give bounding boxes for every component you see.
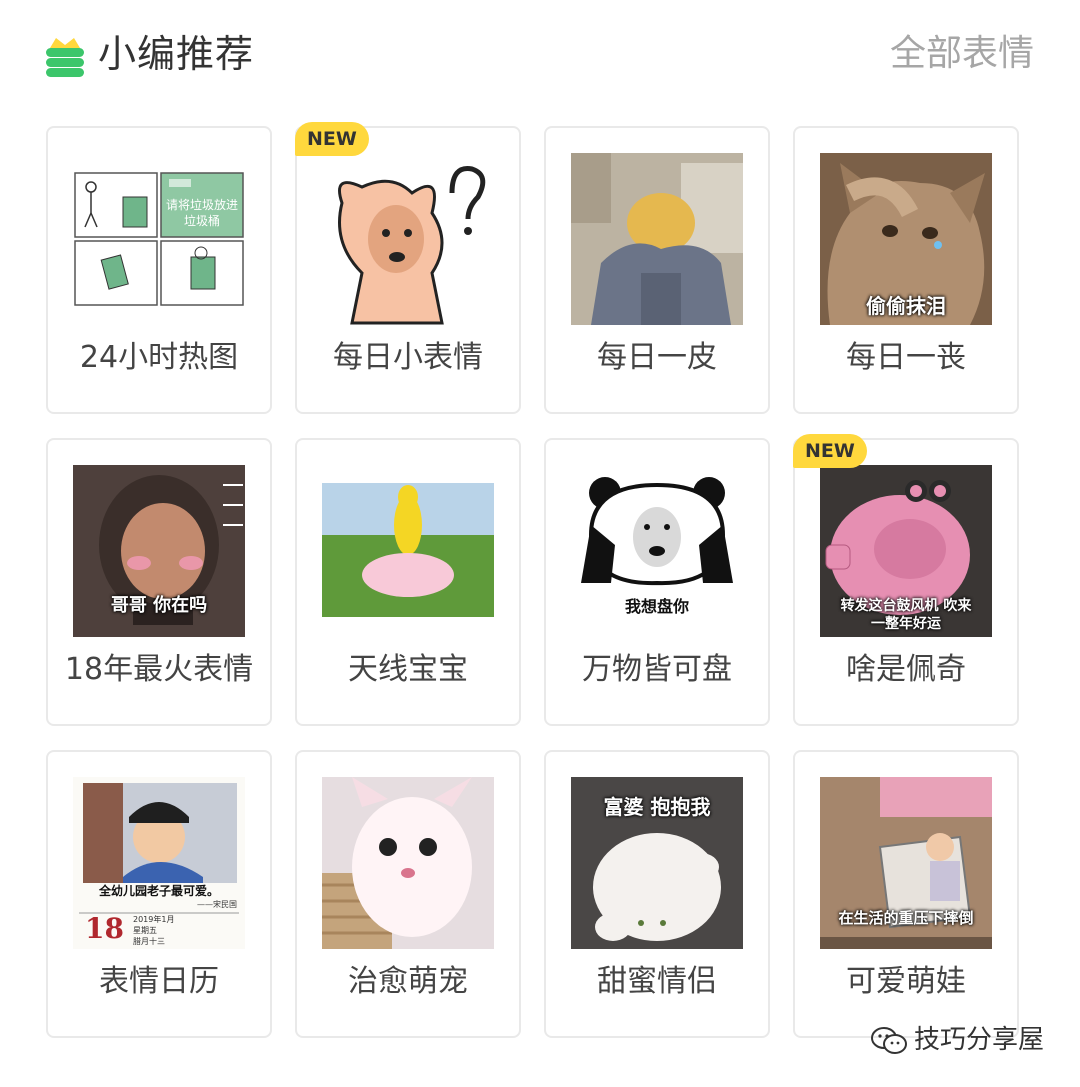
sticker-thumbnail: 哥哥 你在吗 bbox=[73, 465, 245, 637]
sticker-card-daily-pi[interactable]: 每日一皮 bbox=[544, 126, 770, 414]
sticker-card-sweet-couple[interactable]: 富婆 抱抱我 甜蜜情侣 bbox=[544, 750, 770, 1038]
sticker-caption: 哥哥 你在吗 bbox=[110, 595, 208, 616]
calendar-day: 18 bbox=[85, 912, 124, 945]
new-badge: NEW bbox=[793, 434, 867, 468]
sticker-card-label: 每日一丧 bbox=[846, 340, 966, 375]
sticker-card-2018-hot[interactable]: 哥哥 你在吗 18年最火表情 bbox=[46, 438, 272, 726]
sticker-thumbnail: 转发这台鼓风机 吹来一整年好运 bbox=[820, 465, 992, 637]
sticker-thumbnail: 我想盘你 bbox=[571, 465, 743, 637]
sticker-caption: 全幼儿园老子最可爱。 bbox=[98, 884, 219, 898]
section-title: 小编推荐 bbox=[98, 32, 255, 76]
sticker-caption: 转发这台鼓风机 吹来一整年好运 bbox=[840, 598, 972, 632]
sticker-caption: 偷偷抹泪 bbox=[866, 294, 946, 318]
new-badge: NEW bbox=[295, 122, 369, 156]
sticker-thumbnail: 请将垃圾放进垃圾桶 bbox=[73, 153, 245, 325]
sticker-caption: 请将垃圾放进垃圾桶 bbox=[165, 198, 238, 228]
calendar-signature: ——宋民国 bbox=[197, 900, 237, 909]
wechat-icon bbox=[870, 1026, 908, 1056]
calendar-lunar: 腊月十三 bbox=[133, 937, 165, 946]
sticker-thumbnail: 富婆 抱抱我 bbox=[571, 777, 743, 949]
sticker-thumbnail bbox=[571, 153, 743, 325]
sticker-card-peppa[interactable]: 转发这台鼓风机 吹来一整年好运 NEW 啥是佩奇 bbox=[793, 434, 1019, 726]
sticker-caption: 富婆 抱抱我 bbox=[603, 795, 711, 819]
sticker-card-label: 可爱萌娃 bbox=[846, 964, 966, 999]
watermark-text: 技巧分享屋 bbox=[913, 1025, 1044, 1055]
calendar-year-month: 2019年1月 bbox=[133, 915, 175, 924]
account-watermark: 技巧分享屋 bbox=[870, 1020, 1044, 1060]
sticker-thumbnail: 在生活的重压下摔倒 bbox=[820, 777, 992, 949]
sticker-thumbnail bbox=[322, 153, 494, 325]
sticker-card-label: 啥是佩奇 bbox=[846, 652, 966, 687]
sticker-card-cute-baby[interactable]: 在生活的重压下摔倒 可爱萌娃 bbox=[793, 750, 1019, 1038]
sticker-card-label: 24小时热图 bbox=[79, 340, 239, 375]
sticker-card-label: 18年最火表情 bbox=[64, 652, 254, 687]
sticker-card-label: 治愈萌宠 bbox=[348, 964, 468, 999]
sticker-card-label: 天线宝宝 bbox=[348, 652, 468, 687]
crown-stack-icon bbox=[44, 34, 86, 78]
sticker-card-label: 表情日历 bbox=[99, 964, 219, 999]
section-header: 小编推荐 全部表情 bbox=[0, 0, 1080, 110]
sticker-card-healing-pets[interactable]: 治愈萌宠 bbox=[295, 750, 521, 1038]
sticker-card-daily-sad[interactable]: 偷偷抹泪 每日一丧 bbox=[793, 126, 1019, 414]
sticker-thumbnail bbox=[322, 465, 494, 637]
sticker-card-calendar[interactable]: 全幼儿园老子最可爱。 ——宋民国 18 2019年1月 星期五 腊月十三 表情日… bbox=[46, 750, 272, 1038]
sticker-card-24h-hot[interactable]: 请将垃圾放进垃圾桶 24小时热图 bbox=[46, 126, 272, 414]
calendar-weekday: 星期五 bbox=[133, 926, 157, 935]
sticker-card-pan-everything[interactable]: 我想盘你 万物皆可盘 bbox=[544, 438, 770, 726]
sticker-card-label: 万物皆可盘 bbox=[582, 652, 732, 687]
sticker-thumbnail bbox=[322, 777, 494, 949]
sticker-thumbnail: 全幼儿园老子最可爱。 ——宋民国 18 2019年1月 星期五 腊月十三 bbox=[73, 777, 245, 949]
sticker-card-label: 甜蜜情侣 bbox=[597, 964, 717, 999]
all-stickers-link[interactable]: 全部表情 bbox=[890, 30, 1034, 78]
sticker-card-daily-small[interactable]: NEW 每日小表情 bbox=[295, 122, 521, 414]
sticker-card-label: 每日小表情 bbox=[333, 340, 483, 375]
sticker-caption: 在生活的重压下摔倒 bbox=[838, 909, 974, 927]
sticker-thumbnail: 偷偷抹泪 bbox=[820, 153, 992, 325]
sticker-card-teletubbies[interactable]: 天线宝宝 bbox=[295, 438, 521, 726]
sticker-card-label: 每日一皮 bbox=[597, 340, 717, 375]
sticker-caption: 我想盘你 bbox=[624, 597, 689, 616]
